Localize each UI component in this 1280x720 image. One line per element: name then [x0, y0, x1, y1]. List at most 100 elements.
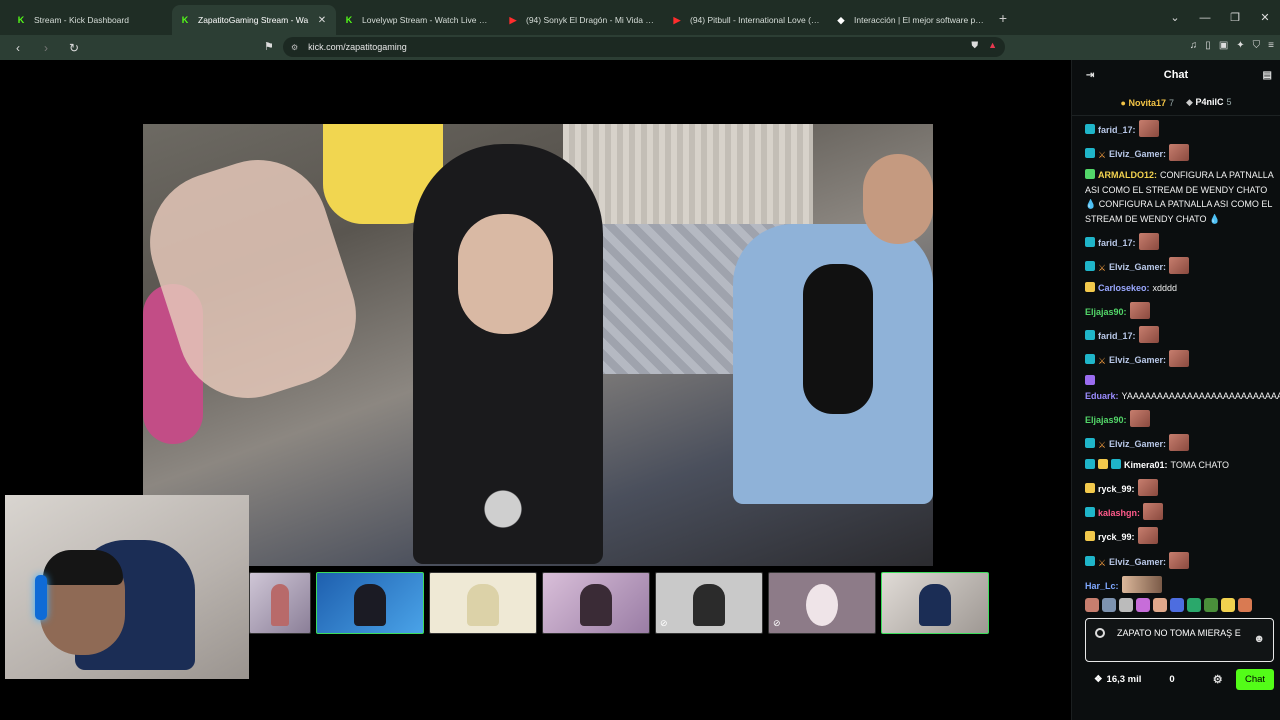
- chat-message[interactable]: Carlosekeo: xdddd: [1085, 281, 1275, 296]
- restore-button[interactable]: ❐: [1220, 11, 1250, 24]
- send-chat-button[interactable]: Chat: [1236, 668, 1274, 690]
- chat-username[interactable]: ARMALDO12:: [1098, 170, 1157, 180]
- browser-tab[interactable]: K Stream - Kick Dashboard: [8, 5, 172, 35]
- video-player[interactable]: ⊘ ⊘: [0, 60, 1071, 720]
- browser-tab[interactable]: ◆ Interacción | El mejor software para p: [828, 5, 992, 35]
- chat-footer: ❖ 16,3 mil 0 ⚙ Chat: [1072, 667, 1280, 691]
- chat-message[interactable]: ⚔ Elviz_Gamer:: [1085, 256, 1275, 275]
- chat-username[interactable]: Elviz_Gamer:: [1109, 149, 1166, 159]
- emote[interactable]: [1204, 598, 1218, 612]
- chat-message[interactable]: ARMALDO12: CONFIGURA LA PATNALLA ASI COMO…: [1085, 168, 1275, 226]
- chat-message[interactable]: ⚔ Elviz_Gamer:: [1085, 551, 1275, 570]
- chat-input[interactable]: ZAPATO NO TOMA MIERAŞ E ☻: [1085, 618, 1274, 662]
- chat-username[interactable]: Kimera01:: [1124, 460, 1168, 470]
- chat-message[interactable]: kalashgn:: [1085, 503, 1275, 521]
- leo-icon[interactable]: ✦: [1236, 40, 1244, 51]
- yellow-badge-icon: [1098, 459, 1108, 470]
- chat-message[interactable]: Kimera01: TOMA CHATO: [1085, 458, 1275, 473]
- participant-thumb[interactable]: ⊘: [655, 572, 763, 634]
- chat-users-icon[interactable]: ▤: [1263, 70, 1272, 81]
- menu-icon[interactable]: ≡: [1268, 40, 1274, 51]
- emote[interactable]: [1102, 598, 1116, 612]
- participant-thumb[interactable]: [249, 572, 311, 634]
- collapse-chat-icon[interactable]: ⇥: [1086, 70, 1094, 81]
- reload-button[interactable]: ↻: [64, 41, 84, 55]
- participant-thumb[interactable]: [316, 572, 424, 634]
- channel-points[interactable]: ❖ 16,3 mil: [1094, 674, 1141, 685]
- address-bar: ‹ › ↻ ⚑ ⚙ kick.com/zapatitogaming ⛊ ▲ ♫ …: [0, 35, 1280, 60]
- url-text: kick.com/zapatitogaming: [308, 42, 407, 52]
- chat-username[interactable]: kalashgn:: [1098, 508, 1140, 518]
- chat-message[interactable]: farid_17:: [1085, 326, 1275, 344]
- emoji-icon[interactable]: ☻: [1253, 633, 1265, 646]
- brave-rewards-icon[interactable]: ▲: [988, 40, 997, 51]
- emote[interactable]: [1170, 598, 1184, 612]
- chat-username[interactable]: Har_Lc:: [1085, 581, 1119, 591]
- vpn-icon[interactable]: ⛉: [1253, 40, 1261, 51]
- chat-username[interactable]: Carlosekeo:: [1098, 283, 1150, 293]
- record-icon[interactable]: [1095, 628, 1105, 638]
- emote[interactable]: [1153, 598, 1167, 612]
- back-button[interactable]: ‹: [8, 41, 28, 55]
- chat-username[interactable]: farid_17:: [1098, 238, 1136, 248]
- yellow-badge-icon: [1085, 531, 1095, 542]
- chat-username[interactable]: ryck_99:: [1098, 484, 1135, 494]
- emote[interactable]: [1136, 598, 1150, 612]
- tab-title: ZapatitoGaming Stream - Wa: [198, 15, 309, 25]
- emote[interactable]: [1221, 598, 1235, 612]
- chat-message[interactable]: ryck_99:: [1085, 479, 1275, 497]
- sidebar-icon[interactable]: ▯: [1205, 40, 1211, 51]
- participant-thumb[interactable]: [542, 572, 650, 634]
- minimize-button[interactable]: —: [1190, 12, 1220, 24]
- emote[interactable]: [1119, 598, 1133, 612]
- chat-username[interactable]: farid_17:: [1098, 331, 1136, 341]
- bookmark-icon[interactable]: ⚑: [264, 40, 274, 53]
- browser-tab[interactable]: ▶ (94) Sonyk El Dragón - Mi Vida Eres T: [500, 5, 664, 35]
- chat-username[interactable]: Eduark:: [1085, 391, 1119, 401]
- chat-username[interactable]: Elviz_Gamer:: [1109, 355, 1166, 365]
- close-window-button[interactable]: ✕: [1250, 11, 1280, 24]
- forward-button[interactable]: ›: [36, 41, 56, 55]
- site-info-icon[interactable]: ⚙: [291, 43, 298, 52]
- participant-thumb[interactable]: [429, 572, 537, 634]
- chat-message[interactable]: ⚔ Elviz_Gamer:: [1085, 434, 1275, 452]
- chat-message[interactable]: ⚔ Elviz_Gamer:: [1085, 144, 1275, 162]
- chat-username[interactable]: Eljajas90:: [1085, 415, 1127, 425]
- chat-settings-icon[interactable]: ⚙: [1213, 673, 1223, 686]
- chat-message[interactable]: Eduark:YAAAAAAAAAAAAAAAAAAAAAAAAAAAAAAAA: [1085, 374, 1280, 403]
- emote[interactable]: [1238, 598, 1252, 612]
- close-tab-icon[interactable]: ✕: [316, 15, 328, 26]
- tab-search-icon[interactable]: ⌄: [1160, 11, 1190, 24]
- emote[interactable]: [1085, 598, 1099, 612]
- teal-badge-icon: [1085, 354, 1095, 365]
- gifter-2[interactable]: ◆ P4nilC 5: [1186, 97, 1231, 108]
- new-tab-button[interactable]: +: [992, 10, 1014, 26]
- wallet-icon[interactable]: ▣: [1219, 40, 1228, 51]
- emote[interactable]: [1187, 598, 1201, 612]
- chat-username[interactable]: Eljajas90:: [1085, 307, 1127, 317]
- gifter-1[interactable]: ● Novita17 7: [1121, 98, 1175, 108]
- chat-message[interactable]: farid_17:: [1085, 232, 1275, 251]
- chat-username[interactable]: farid_17:: [1098, 125, 1136, 135]
- chat-message[interactable]: Har_Lc:: [1085, 575, 1275, 594]
- browser-tab[interactable]: K ZapatitoGaming Stream - Wa ✕: [172, 5, 336, 35]
- participant-thumb[interactable]: ⊘: [768, 572, 876, 634]
- chat-message[interactable]: Eljajas90:: [1085, 409, 1275, 428]
- chat-username[interactable]: Elviz_Gamer:: [1109, 262, 1166, 272]
- chat-message[interactable]: ⚔ Elviz_Gamer:: [1085, 350, 1275, 368]
- chat-message[interactable]: farid_17:: [1085, 120, 1275, 138]
- browser-tab[interactable]: K Lovelywp Stream - Watch Live on Kic: [336, 5, 500, 35]
- chat-emote: [1129, 302, 1150, 320]
- chat-message[interactable]: ryck_99:: [1085, 527, 1275, 545]
- chat-username[interactable]: ryck_99:: [1098, 532, 1135, 542]
- brave-shield-icon[interactable]: ⛊: [971, 40, 978, 51]
- browser-tab[interactable]: ▶ (94) Pitbull - International Love (Offi…: [664, 5, 828, 35]
- chat-username[interactable]: Elviz_Gamer:: [1109, 557, 1166, 567]
- main-video[interactable]: [143, 124, 933, 566]
- media-icon[interactable]: ♫: [1190, 40, 1198, 51]
- url-field[interactable]: ⚙ kick.com/zapatitogaming ⛊ ▲: [283, 37, 1005, 57]
- participant-thumb[interactable]: [881, 572, 989, 634]
- chat-message[interactable]: Eljajas90:: [1085, 302, 1275, 320]
- chat-username[interactable]: Elviz_Gamer:: [1109, 439, 1166, 449]
- app-icon: ◆: [837, 14, 845, 25]
